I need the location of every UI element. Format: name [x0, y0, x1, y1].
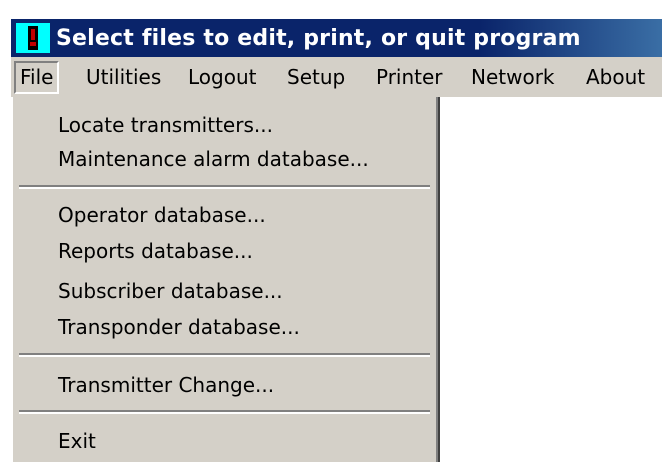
menu-separator [19, 185, 430, 189]
menu-separator [19, 353, 430, 357]
window-title: Select files to edit, print, or quit pro… [56, 25, 581, 51]
menu-item-subscriber-database[interactable]: Subscriber database... [58, 274, 283, 308]
menu-file[interactable]: File [14, 61, 60, 94]
menu-item-transponder-database[interactable]: Transponder database... [58, 310, 300, 344]
menu-item-locate-transmitters[interactable]: Locate transmitters... [58, 108, 273, 142]
transmitter-app-icon[interactable] [16, 23, 50, 53]
menu-item-exit[interactable]: Exit [58, 424, 96, 458]
menu-network[interactable]: Network [471, 61, 555, 94]
menu-about[interactable]: About [586, 61, 645, 94]
menu-item-maintenance-alarm-database[interactable]: Maintenance alarm database... [58, 142, 369, 176]
menu-bar: File Utilities Logout Setup Printer Netw… [11, 57, 662, 97]
menu-item-operator-database[interactable]: Operator database... [58, 198, 266, 232]
menu-utilities[interactable]: Utilities [86, 61, 161, 94]
file-dropdown-menu: Locate transmitters... Maintenance alarm… [11, 97, 440, 462]
menu-item-transmitter-change[interactable]: Transmitter Change... [58, 368, 274, 402]
title-bar[interactable]: Select files to edit, print, or quit pro… [11, 19, 662, 57]
menu-setup[interactable]: Setup [287, 61, 345, 94]
menu-logout[interactable]: Logout [188, 61, 256, 94]
menu-item-reports-database[interactable]: Reports database... [58, 234, 253, 268]
menu-separator [19, 410, 430, 414]
menu-printer[interactable]: Printer [376, 61, 443, 94]
